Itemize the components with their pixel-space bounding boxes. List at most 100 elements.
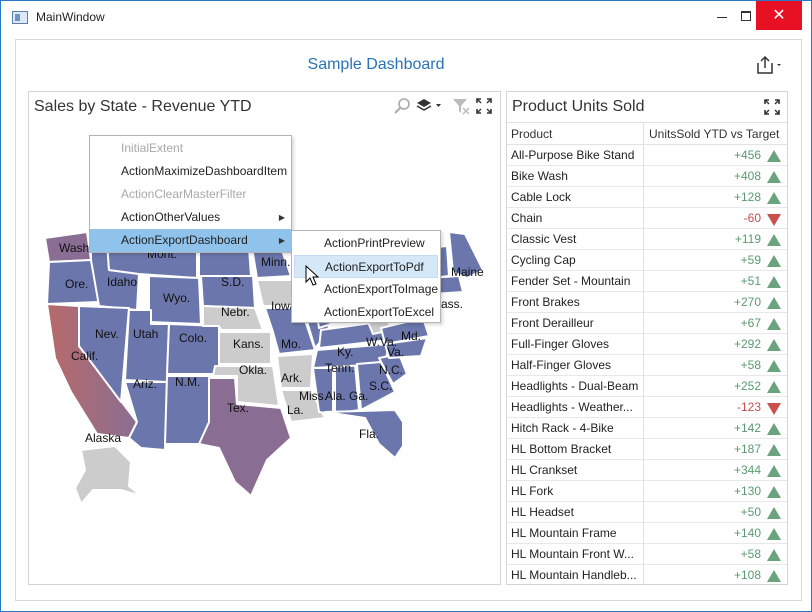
trend-up-icon: [767, 549, 781, 561]
product-name: Chain: [511, 211, 543, 225]
trend-up-icon: [767, 360, 781, 372]
menu-item-label: ActionMaximizeDashboardItem: [121, 164, 288, 178]
close-button[interactable]: ✕: [756, 1, 802, 30]
units-delta: +67: [740, 316, 761, 330]
table-row[interactable]: Hitch Rack - 4-Bike +142: [507, 418, 787, 439]
column-separator: [643, 313, 644, 334]
units-delta: +51: [740, 274, 761, 288]
submenu-item-actionexporttoexcel[interactable]: ActionExportToExcel: [292, 301, 440, 324]
label-wash: Wash.: [59, 241, 93, 255]
label-miss: Miss.: [299, 389, 327, 403]
menu-item-label: ActionOtherValues: [121, 210, 221, 224]
units-delta: -60: [743, 211, 761, 225]
context-menu: InitialExtent ActionMaximizeDashboardItem…: [89, 135, 292, 253]
label-ark: Ark.: [281, 371, 302, 385]
table-row[interactable]: HL Crankset +344: [507, 460, 787, 481]
trend-up-icon: [767, 255, 781, 267]
table-row[interactable]: Front Derailleur +67: [507, 313, 787, 334]
column-header-product[interactable]: Product: [511, 127, 552, 141]
trend-down-icon: [767, 214, 781, 226]
menu-item-actionothervalues[interactable]: ActionOtherValues ▶: [90, 206, 291, 229]
trend-up-icon: [767, 318, 781, 330]
table-row[interactable]: Bike Wash +408: [507, 166, 787, 187]
units-delta: +456: [733, 148, 761, 162]
submenu-item-actionprintpreview[interactable]: ActionPrintPreview: [292, 232, 440, 255]
grid-body: All-Purpose Bike Stand +456 Bike Wash +408 C…: [507, 145, 787, 584]
column-separator: [643, 250, 644, 271]
submenu-arrow-icon: ▶: [278, 236, 285, 245]
product-name: Front Brakes: [511, 295, 580, 309]
label-nebr: Nebr.: [221, 305, 250, 319]
app-icon: [12, 11, 28, 24]
label-tex: Tex.: [227, 401, 249, 415]
trend-up-icon: [767, 423, 781, 435]
label-wyo: Wyo.: [163, 291, 190, 305]
table-row[interactable]: Cable Lock +128: [507, 187, 787, 208]
table-row[interactable]: Headlights - Weather... -123: [507, 397, 787, 418]
column-separator: [643, 334, 644, 355]
table-row[interactable]: All-Purpose Bike Stand +456: [507, 145, 787, 166]
label-md: Md.: [401, 329, 421, 343]
product-name: Half-Finger Gloves: [511, 358, 612, 372]
label-la: La.: [287, 403, 304, 417]
label-nm: N.M.: [175, 375, 200, 389]
product-name: HL Mountain Handleb...: [511, 568, 637, 582]
table-row[interactable]: Half-Finger Gloves +58: [507, 355, 787, 376]
product-name: Full-Finger Gloves: [511, 337, 610, 351]
menu-item-actionclearmasterfilter[interactable]: ActionClearMasterFilter: [90, 183, 291, 206]
table-row[interactable]: Cycling Cap +59: [507, 250, 787, 271]
units-delta: +252: [733, 379, 761, 393]
table-row[interactable]: HL Mountain Handleb... +108: [507, 565, 787, 584]
column-separator: [643, 418, 644, 439]
mouse-cursor-icon: [305, 265, 319, 286]
menu-item-initialextent[interactable]: InitialExtent: [90, 137, 291, 160]
column-separator: [643, 355, 644, 376]
product-name: Bike Wash: [511, 169, 568, 183]
title-bar[interactable]: MainWindow ✕: [1, 1, 811, 33]
column-separator: [643, 292, 644, 313]
trend-up-icon: [767, 486, 781, 498]
label-colo: Colo.: [179, 331, 207, 345]
column-separator: [643, 481, 644, 502]
table-row[interactable]: Front Brakes +270: [507, 292, 787, 313]
menu-item-actionmaximizedashboarditem[interactable]: ActionMaximizeDashboardItem: [90, 160, 291, 183]
table-row[interactable]: Fender Set - Mountain +51: [507, 271, 787, 292]
column-separator: [643, 523, 644, 544]
menu-item-actionexportdashboard[interactable]: ActionExportDashboard ▶: [90, 229, 291, 252]
units-delta: -123: [736, 400, 761, 414]
product-name: Headlights - Weather...: [511, 400, 633, 414]
trend-down-icon: [767, 403, 781, 415]
table-row[interactable]: Headlights - Dual-Beam +252: [507, 376, 787, 397]
label-kans: Kans.: [233, 337, 264, 351]
column-separator: [643, 502, 644, 523]
product-name: Front Derailleur: [511, 316, 594, 330]
grid-panel[interactable]: Product Units Sold Product UnitsSold YTD…: [506, 91, 788, 585]
column-separator: [643, 565, 644, 584]
label-alaska: Alaska: [85, 431, 121, 445]
table-row[interactable]: HL Bottom Bracket +187: [507, 439, 787, 460]
table-row[interactable]: HL Fork +130: [507, 481, 787, 502]
trend-up-icon: [767, 297, 781, 309]
units-delta: +292: [733, 337, 761, 351]
trend-up-icon: [767, 381, 781, 393]
state-alaska[interactable]: [74, 445, 142, 505]
table-row[interactable]: Classic Vest +119: [507, 229, 787, 250]
table-row[interactable]: HL Mountain Front W... +58: [507, 544, 787, 565]
trend-up-icon: [767, 528, 781, 540]
product-name: Classic Vest: [511, 232, 577, 246]
maximize-item-icon[interactable]: [763, 98, 781, 116]
units-delta: +187: [733, 442, 761, 456]
product-name: HL Fork: [511, 484, 554, 498]
table-row[interactable]: HL Mountain Frame +140: [507, 523, 787, 544]
label-sd: S.D.: [221, 275, 244, 289]
product-name: HL Crankset: [511, 463, 578, 477]
table-row[interactable]: Chain -60: [507, 208, 787, 229]
maximize-icon: [741, 11, 751, 21]
export-icon: [757, 55, 781, 74]
table-row[interactable]: Full-Finger Gloves +292: [507, 334, 787, 355]
export-button[interactable]: [754, 54, 784, 76]
minimize-icon: [717, 17, 727, 18]
column-header-units[interactable]: UnitsSold YTD vs Target: [649, 127, 779, 141]
table-row[interactable]: HL Headset +50: [507, 502, 787, 523]
trend-up-icon: [767, 465, 781, 477]
